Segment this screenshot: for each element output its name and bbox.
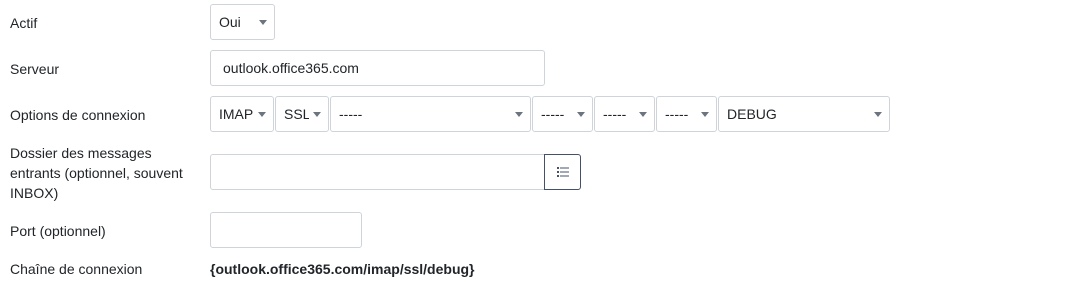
chevron-down-icon <box>639 111 647 117</box>
list-icon <box>556 167 569 177</box>
dossier-label-line-3: INBOX) <box>10 185 59 201</box>
option-select-3[interactable]: ----- <box>594 96 655 132</box>
dossier-label-line-1: Dossier des messages <box>10 145 152 161</box>
serveur-input[interactable]: outlook.office365.com <box>210 50 545 86</box>
protocol-select-value: IMAP <box>219 106 254 122</box>
dossier-label-line-2: entrants (optionnel, souvent <box>10 165 183 181</box>
chaine-value: {outlook.office365.com/imap/ssl/debug} <box>210 261 475 277</box>
chevron-down-icon <box>577 111 585 117</box>
chaine-label: Chaîne de connexion <box>10 261 143 277</box>
actif-label: Actif <box>10 15 38 31</box>
option-select-1-value: ----- <box>339 106 363 122</box>
port-input[interactable] <box>210 212 362 248</box>
folder-list-button[interactable] <box>544 154 581 190</box>
options-label: Options de connexion <box>10 107 146 123</box>
option-select-4-value: ----- <box>665 106 689 122</box>
chevron-down-icon <box>701 111 709 117</box>
chevron-down-icon <box>313 111 321 117</box>
option-select-1[interactable]: ----- <box>330 96 531 132</box>
security-select-value: SSL <box>284 106 309 122</box>
option-select-4[interactable]: ----- <box>656 96 717 132</box>
option-select-3-value: ----- <box>603 106 627 122</box>
actif-select-value: Oui <box>219 14 241 30</box>
debug-select-value: DEBUG <box>727 106 777 122</box>
option-select-2-value: ----- <box>541 106 565 122</box>
actif-select[interactable]: Oui <box>210 4 275 40</box>
serveur-label: Serveur <box>10 61 60 77</box>
chevron-down-icon <box>515 111 523 117</box>
protocol-select[interactable]: IMAP <box>210 96 274 132</box>
chevron-down-icon <box>258 111 266 117</box>
port-label: Port (optionnel) <box>10 223 106 239</box>
debug-select[interactable]: DEBUG <box>718 96 890 132</box>
option-select-2[interactable]: ----- <box>532 96 593 132</box>
security-select[interactable]: SSL <box>275 96 329 132</box>
chevron-down-icon <box>874 111 882 117</box>
chevron-down-icon <box>259 19 267 25</box>
dossier-label: Dossier des messages entrants (optionnel… <box>10 143 183 203</box>
dossier-input[interactable] <box>210 154 545 190</box>
